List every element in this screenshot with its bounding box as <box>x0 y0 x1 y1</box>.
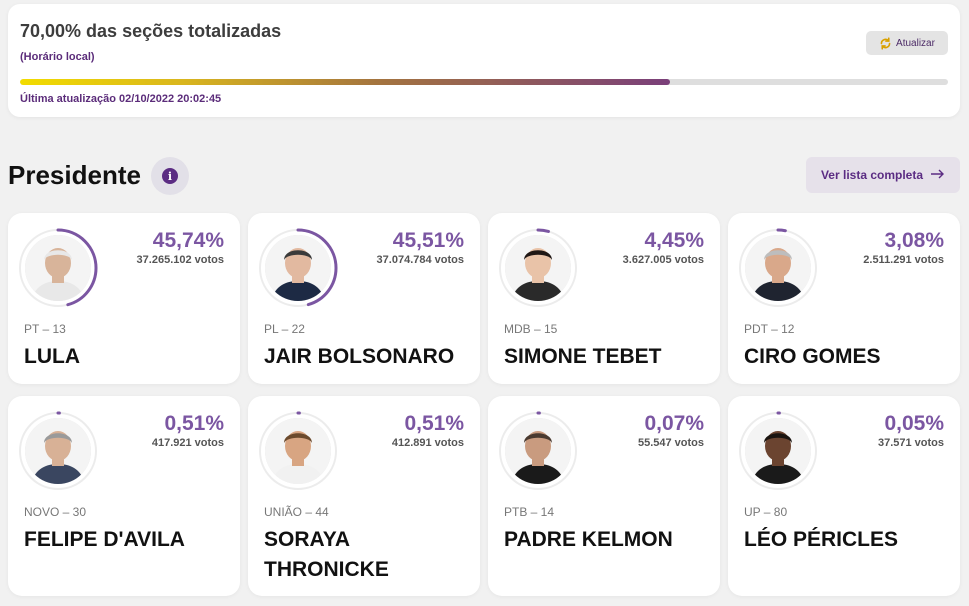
candidate-votes: 417.921 votos <box>151 437 224 449</box>
candidate-avatar <box>25 418 91 484</box>
candidate-party: NOVO – 30 <box>24 505 87 519</box>
candidate-avatar <box>745 418 811 484</box>
candidate-photo-ring <box>258 228 338 308</box>
refresh-label: Atualizar <box>896 37 935 49</box>
candidate-percentage: 0,07% <box>644 412 704 435</box>
candidate-percentage: 0,51% <box>404 412 464 435</box>
candidate-photo-ring <box>498 411 578 491</box>
candidate-avatar <box>25 235 91 301</box>
candidate-avatar <box>505 418 571 484</box>
candidate-card[interactable]: 4,45% 3.627.005 votos MDB – 15 SIMONE TEBET <box>488 213 720 384</box>
local-time-note: (Horário local) <box>20 51 95 63</box>
candidate-name: PADRE KELMON <box>504 528 673 551</box>
totalization-status: 70,00% das seções totalizadas <box>20 21 282 41</box>
candidate-avatar <box>505 235 571 301</box>
info-icon: i <box>162 168 178 184</box>
info-button[interactable]: i <box>151 157 189 195</box>
progress-fill <box>20 79 670 85</box>
candidate-votes: 37.571 votos <box>877 437 944 449</box>
candidate-party: PL – 22 <box>264 322 305 336</box>
candidate-party: PTB – 14 <box>504 505 555 519</box>
full-list-label: Ver lista completa <box>820 168 924 182</box>
full-list-button[interactable]: Ver lista completa <box>806 157 960 193</box>
candidate-name: SIMONE TEBET <box>504 345 662 368</box>
last-update: Última atualização 02/10/2022 20:02:45 <box>20 93 222 105</box>
candidate-photo-ring <box>498 228 578 308</box>
candidate-votes: 3.627.005 votos <box>622 254 704 266</box>
candidate-photo-ring <box>18 228 98 308</box>
candidate-card[interactable]: 0,51% 417.921 votos NOVO – 30 FELIPE D'AVIL… <box>8 396 240 596</box>
candidate-votes: 37.265.102 votos <box>136 254 224 266</box>
candidate-name: LÉO PÉRICLES <box>744 528 899 551</box>
candidate-avatar <box>745 235 811 301</box>
totalization-progress-bar <box>20 79 948 85</box>
candidate-name: JAIR BOLSONARO <box>264 345 455 368</box>
candidate-party: PT – 13 <box>24 322 66 336</box>
candidate-party: MDB – 15 <box>504 322 558 336</box>
candidate-percentage: 4,45% <box>644 229 704 252</box>
candidate-party: PDT – 12 <box>744 322 795 336</box>
candidate-avatar <box>265 418 331 484</box>
candidate-photo-ring <box>738 411 818 491</box>
candidate-votes: 2.511.291 votos <box>863 254 944 266</box>
candidate-card[interactable]: 45,51% 37.074.784 votos PL – 22 JAIR BOLSON… <box>248 213 480 384</box>
section-title: Presidente <box>8 160 141 190</box>
candidate-percentage: 0,51% <box>164 412 224 435</box>
candidate-photo-ring <box>738 228 818 308</box>
candidate-card[interactable]: 0,51% 412.891 votos UNIÃO – 44 SORAYA THRON… <box>248 396 480 596</box>
candidate-party: UNIÃO – 44 <box>264 505 329 519</box>
candidate-name: FELIPE D'AVILA <box>24 528 185 551</box>
refresh-button[interactable]: Atualizar <box>866 31 948 55</box>
candidate-name: SORAYA THRONICKE <box>264 528 389 581</box>
candidate-avatar <box>265 235 331 301</box>
candidate-percentage: 45,51% <box>392 229 464 252</box>
candidate-name: CIRO GOMES <box>744 345 881 368</box>
candidate-votes: 412.891 votos <box>391 437 464 449</box>
candidate-photo-ring <box>258 411 338 491</box>
candidate-percentage: 3,08% <box>884 229 944 252</box>
candidate-percentage: 45,74% <box>152 229 224 252</box>
candidate-name: LULA <box>24 345 80 368</box>
refresh-icon <box>879 36 892 50</box>
candidate-card[interactable]: 3,08% 2.511.291 votos PDT – 12 CIRO GOMES <box>728 213 960 384</box>
candidate-party: UP – 80 <box>744 505 788 519</box>
status-card: 70,00% das seções totalizadas (Horário l… <box>8 4 960 117</box>
candidate-votes: 37.074.784 votos <box>376 254 464 266</box>
candidate-card[interactable]: 0,07% 55.547 votos PTB – 14 PADRE KELMON <box>488 396 720 596</box>
candidate-percentage: 0,05% <box>884 412 944 435</box>
candidate-card[interactable]: 45,74% 37.265.102 votos PT – 13 LULA <box>8 213 240 384</box>
candidate-votes: 55.547 votos <box>637 437 704 449</box>
arrow-right-icon <box>931 168 945 182</box>
candidate-card[interactable]: 0,05% 37.571 votos UP – 80 LÉO PÉRICLES <box>728 396 960 596</box>
candidate-photo-ring <box>18 411 98 491</box>
